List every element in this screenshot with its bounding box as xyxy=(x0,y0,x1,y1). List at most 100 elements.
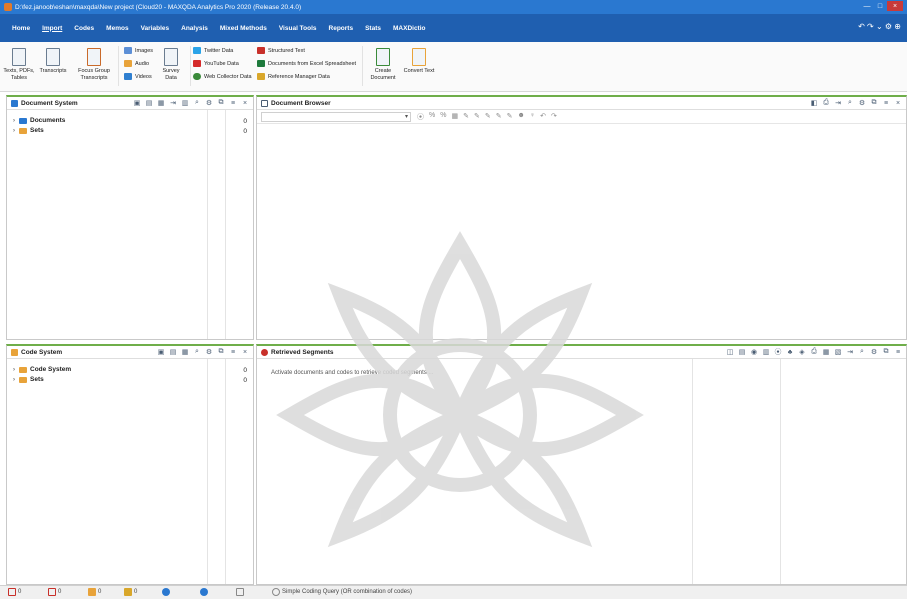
status-memos[interactable]: 0 xyxy=(124,588,137,596)
status-page[interactable] xyxy=(236,588,246,596)
tab-home[interactable]: Home xyxy=(6,14,36,42)
overview-icon[interactable]: ◉ xyxy=(750,348,758,356)
tab-reports[interactable]: Reports xyxy=(323,14,360,42)
smart-publisher-icon[interactable]: ◈ xyxy=(798,348,806,356)
videos-button[interactable]: Videos xyxy=(124,73,152,80)
new-document-icon[interactable]: ▦ xyxy=(157,99,165,107)
menu-icon[interactable]: ≡ xyxy=(882,99,890,107)
close-icon[interactable]: × xyxy=(241,99,249,107)
code-with-new-code-icon[interactable]: % xyxy=(440,112,446,122)
menu-icon[interactable]: ≡ xyxy=(229,348,237,356)
document-system-icon xyxy=(11,99,18,107)
twitter-label: Twitter Data xyxy=(204,47,234,54)
status-coded-segments[interactable]: 0 xyxy=(88,588,101,596)
gear-icon[interactable]: ⚙ xyxy=(205,348,213,356)
youtube-data-button[interactable]: YouTube Data xyxy=(193,60,239,67)
undock-icon[interactable]: ⧉ xyxy=(870,99,878,107)
print-icon[interactable]: ⎙ xyxy=(810,348,818,356)
undock-icon[interactable]: ⧉ xyxy=(217,348,225,356)
memo-icon[interactable]: ▥ xyxy=(762,348,770,356)
survey-data-button[interactable]: Survey Data xyxy=(156,48,186,81)
maximize-button[interactable]: □ xyxy=(874,1,886,11)
new-code-icon[interactable]: ▣ xyxy=(157,348,165,356)
undock-icon[interactable]: ⧉ xyxy=(217,99,225,107)
tab-variables[interactable]: Variables xyxy=(135,14,176,42)
document-set-icon[interactable]: ▥ xyxy=(181,99,189,107)
table-view-icon[interactable]: ▤ xyxy=(738,348,746,356)
code-icon[interactable]: ⦿ xyxy=(417,112,424,122)
search-icon[interactable]: ⌕ xyxy=(193,99,201,107)
tab-analysis[interactable]: Analysis xyxy=(175,14,214,42)
print-icon[interactable]: ⎙ xyxy=(822,99,830,107)
minimize-button[interactable]: — xyxy=(861,1,873,11)
emoticode-icon[interactable]: ☻ xyxy=(517,112,524,122)
texts-pdfs-tables-button[interactable]: Texts, PDFs, Tables xyxy=(2,48,36,81)
search-icon[interactable]: ⌕ xyxy=(846,99,854,107)
tab-mixed-methods[interactable]: Mixed Methods xyxy=(214,14,273,42)
tab-memos[interactable]: Memos xyxy=(100,14,134,42)
redo-coding-icon[interactable]: ↷ xyxy=(551,112,557,122)
quick-access-icons[interactable]: ↶ ↷ ⌄ ⚙ ⊕ xyxy=(858,22,901,31)
code-set-icon[interactable]: ▦ xyxy=(181,348,189,356)
simple-coding-query[interactable]: Simple Coding Query (OR combination of c… xyxy=(272,588,412,596)
code-icon[interactable]: ⦿ xyxy=(774,348,782,356)
focus-group-button[interactable]: Focus Group Transcripts xyxy=(74,48,114,81)
export-icon[interactable]: ⇥ xyxy=(846,348,854,356)
gear-icon[interactable]: ⚙ xyxy=(870,348,878,356)
web-collector-button[interactable]: Web Collector Data xyxy=(193,73,252,80)
search-icon[interactable]: ⌕ xyxy=(858,348,866,356)
menu-icon[interactable]: ≡ xyxy=(894,348,902,356)
tab-stats[interactable]: Stats xyxy=(359,14,387,42)
activate-all-icon[interactable]: ▣ xyxy=(133,99,141,107)
weight-icon[interactable]: ♣ xyxy=(786,348,794,356)
tree-item-code-system[interactable]: › Code System xyxy=(13,366,71,373)
tab-codes[interactable]: Codes xyxy=(68,14,100,42)
status-user[interactable] xyxy=(162,588,172,596)
undo-coding-icon[interactable]: ↶ xyxy=(540,112,546,122)
reference-manager-button[interactable]: Reference Manager Data xyxy=(257,73,330,80)
code-select-dropdown[interactable]: ▾ xyxy=(261,112,411,122)
tree-item-code-sets[interactable]: › Sets xyxy=(13,376,44,383)
tab-import[interactable]: Import xyxy=(36,14,68,42)
import-document-icon[interactable]: ⇥ xyxy=(169,99,177,107)
deactivate-all-icon[interactable]: ▤ xyxy=(145,99,153,107)
word-export-icon[interactable]: ▧ xyxy=(834,348,842,356)
documents-count-icon xyxy=(8,588,16,596)
export-icon[interactable]: ⇥ xyxy=(834,99,842,107)
highlighter-icon[interactable]: ✎ xyxy=(463,112,469,122)
highlighter-icon[interactable]: ✎ xyxy=(507,112,513,122)
gear-icon[interactable]: ⚙ xyxy=(858,99,866,107)
code-in-vivo-icon[interactable]: % xyxy=(429,112,435,122)
symbol-icon[interactable]: ♀ xyxy=(530,112,535,122)
gear-icon[interactable]: ⚙ xyxy=(205,99,213,107)
menu-icon[interactable]: ≡ xyxy=(229,99,237,107)
audio-button[interactable]: Audio xyxy=(124,60,149,67)
excel-export-icon[interactable]: ▦ xyxy=(822,348,830,356)
images-button[interactable]: Images xyxy=(124,47,153,54)
code-selection-icon[interactable]: ▦ xyxy=(451,112,458,122)
convert-text-button[interactable]: Convert Text xyxy=(402,48,436,75)
transcripts-button[interactable]: Transcripts xyxy=(36,48,70,75)
close-icon[interactable]: × xyxy=(241,348,249,356)
status-codes[interactable]: 0 xyxy=(48,588,61,596)
highlighter-icon[interactable]: ✎ xyxy=(474,112,480,122)
structured-text-button[interactable]: Structured Text xyxy=(257,47,305,54)
tab-maxdictio[interactable]: MAXDictio xyxy=(387,14,432,42)
highlighter-icon[interactable]: ✎ xyxy=(496,112,502,122)
highlighter-icon[interactable]: ✎ xyxy=(485,112,491,122)
close-icon[interactable]: × xyxy=(894,99,902,107)
tree-item-sets[interactable]: › Sets xyxy=(13,127,44,134)
search-icon[interactable]: ⌕ xyxy=(193,348,201,356)
import-codes-icon[interactable]: ▤ xyxy=(169,348,177,356)
create-document-button[interactable]: Create Document xyxy=(366,48,400,81)
view-icon[interactable]: ◫ xyxy=(726,348,734,356)
close-button[interactable]: × xyxy=(887,1,903,11)
status-users[interactable] xyxy=(200,588,210,596)
excel-documents-button[interactable]: Documents from Excel Spreadsheet xyxy=(257,60,356,67)
undock-icon[interactable]: ⧉ xyxy=(882,348,890,356)
tab-visual-tools[interactable]: Visual Tools xyxy=(273,14,323,42)
status-documents[interactable]: 0 xyxy=(8,588,21,596)
split-view-icon[interactable]: ◧ xyxy=(810,99,818,107)
tree-item-documents[interactable]: › Documents xyxy=(13,117,65,124)
twitter-data-button[interactable]: Twitter Data xyxy=(193,47,233,54)
